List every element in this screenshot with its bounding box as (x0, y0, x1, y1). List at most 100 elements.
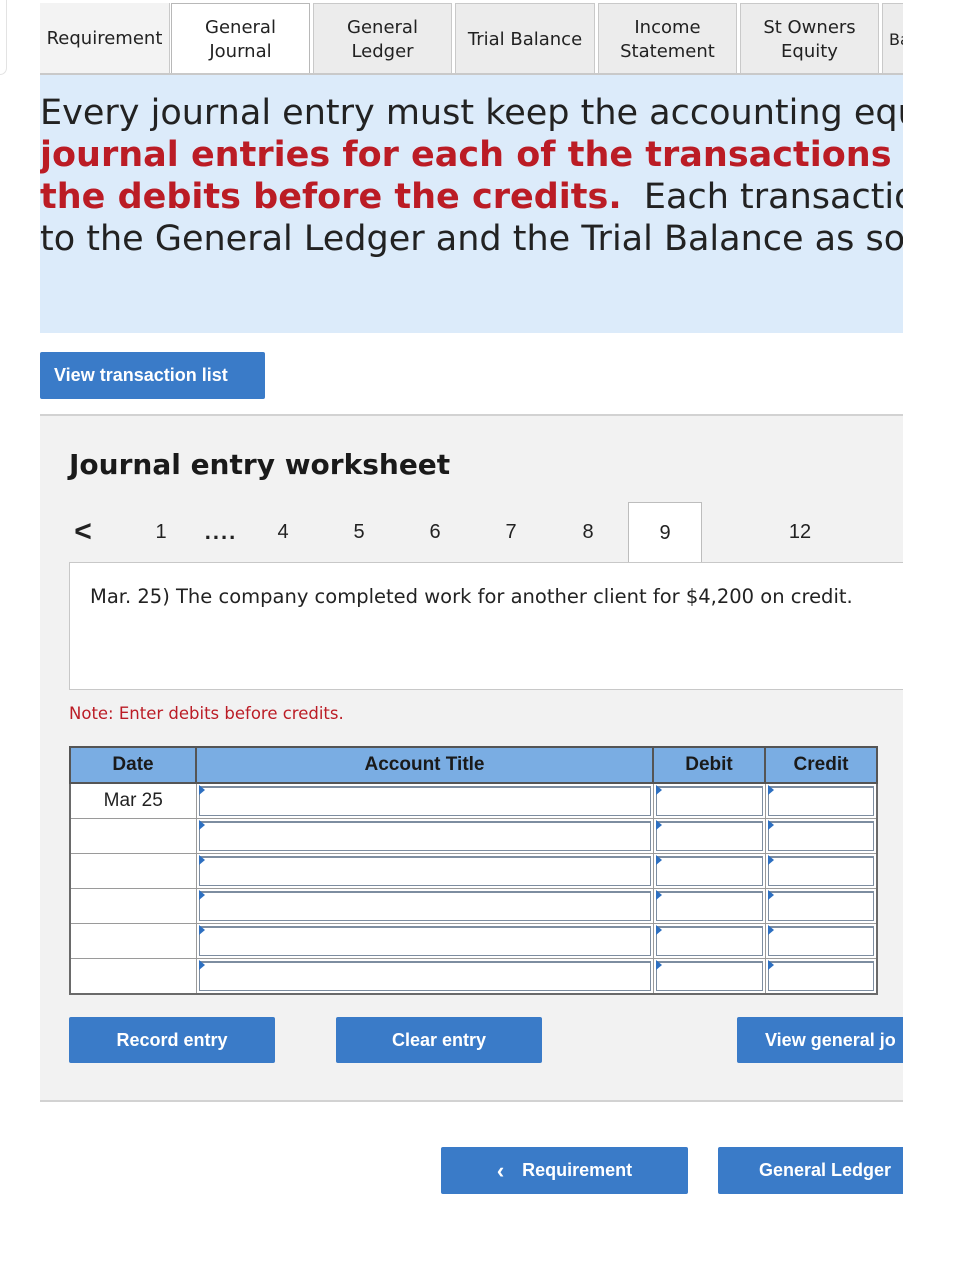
dropdown-flag-icon (198, 820, 205, 830)
dropdown-flag-icon (198, 785, 205, 795)
account-title-input[interactable] (198, 786, 651, 816)
account-title-input[interactable] (198, 961, 651, 991)
transaction-description: Mar. 25) The company completed work for … (90, 585, 853, 608)
header-debit: Debit (652, 746, 766, 784)
flag-icon (767, 820, 774, 830)
credit-input[interactable] (767, 961, 874, 991)
debit-input[interactable] (655, 856, 763, 886)
debit-cell (652, 923, 766, 959)
tab-st-owners-equity-label: St Owners Equity (763, 16, 856, 62)
row-date: Mar 25 (69, 782, 197, 819)
worksheet-title: Journal entry worksheet (69, 448, 451, 481)
flag-icon (655, 890, 662, 900)
header-date: Date (69, 746, 197, 784)
row-date (69, 958, 197, 995)
flag-icon (655, 960, 662, 970)
debit-cell (652, 818, 766, 854)
row-date (69, 888, 197, 924)
tab-requirement[interactable]: Requirement (40, 3, 170, 75)
credit-input[interactable] (767, 856, 874, 886)
flag-icon (655, 785, 662, 795)
pager-page-6[interactable]: 6 (422, 502, 448, 562)
header-account-title: Account Title (195, 746, 654, 784)
instruction-line-1: Every journal entry must keep the accoun… (40, 93, 903, 133)
account-title-cell (195, 853, 654, 889)
tab-st-owners-equity[interactable]: St Owners Equity (740, 3, 879, 75)
credit-input[interactable] (767, 821, 874, 851)
account-title-cell (195, 888, 654, 924)
debit-cell (652, 958, 766, 995)
debit-cell (652, 888, 766, 924)
credit-cell (764, 853, 878, 889)
credit-input[interactable] (767, 926, 874, 956)
record-entry-button[interactable]: Record entry (69, 1017, 275, 1063)
account-title-cell (195, 818, 654, 854)
account-title-input[interactable] (198, 821, 651, 851)
debit-input[interactable] (655, 786, 763, 816)
account-title-cell (195, 958, 654, 995)
journal-entry-table: Date Account Title Debit Credit Mar 25 (69, 746, 878, 995)
account-title-cell (195, 923, 654, 959)
dropdown-flag-icon (198, 925, 205, 935)
flag-icon (767, 960, 774, 970)
pager-page-9-active[interactable]: 9 (628, 502, 702, 564)
pager-ellipsis: .... (204, 519, 238, 544)
flag-icon (767, 890, 774, 900)
debit-cell (652, 782, 766, 819)
corner-mark (0, 0, 7, 75)
tab-income-statement-label: Income Statement (620, 16, 715, 62)
next-general-ledger-button[interactable]: General Ledger (718, 1147, 903, 1194)
debit-input[interactable] (655, 891, 763, 921)
account-title-input[interactable] (198, 926, 651, 956)
credit-input[interactable] (767, 786, 874, 816)
tab-income-statement[interactable]: Income Statement (598, 3, 737, 75)
flag-icon (655, 855, 662, 865)
entry-pager: < 1 .... 4 5 6 7 8 9 12 (40, 502, 903, 564)
credit-cell (764, 818, 878, 854)
tab-bar: Requirement General Journal General Ledger… (40, 3, 903, 75)
pager-page-12[interactable]: 12 (784, 502, 816, 562)
row-date (69, 853, 197, 889)
entry-note: Note: Enter debits before credits. (69, 704, 344, 723)
instruction-line-4: to the General Ledger and the Trial Bala… (40, 219, 903, 259)
view-general-journal-button[interactable]: View general jo (737, 1017, 903, 1063)
journal-entry-worksheet: Journal entry worksheet < 1 .... 4 5 6 7… (40, 416, 903, 1100)
pager-page-7[interactable]: 7 (498, 502, 524, 562)
credit-cell (764, 923, 878, 959)
instruction-line-2: journal entries for each of the transact… (40, 135, 903, 175)
tab-balance-sheet-label: Ba (889, 29, 903, 49)
pager-prev-chevron-icon[interactable]: < (70, 502, 96, 562)
dropdown-flag-icon (198, 960, 205, 970)
tab-balance-sheet[interactable]: Ba (882, 3, 903, 75)
pager-page-5[interactable]: 5 (346, 502, 372, 562)
table-row (69, 958, 878, 995)
pager-page-4[interactable]: 4 (270, 502, 296, 562)
tab-general-ledger[interactable]: General Ledger (313, 3, 452, 75)
debit-input[interactable] (655, 961, 763, 991)
tab-trial-balance[interactable]: Trial Balance (455, 3, 595, 75)
account-title-input[interactable] (198, 891, 651, 921)
account-title-input[interactable] (198, 856, 651, 886)
flag-icon (767, 785, 774, 795)
debit-input[interactable] (655, 821, 763, 851)
dropdown-flag-icon (198, 890, 205, 900)
journal-table-header: Date Account Title Debit Credit (69, 746, 878, 784)
prev-requirement-label: Requirement (522, 1160, 633, 1180)
clear-entry-button[interactable]: Clear entry (336, 1017, 542, 1063)
credit-cell (764, 958, 878, 995)
dropdown-flag-icon (198, 855, 205, 865)
section-divider-bottom (40, 1100, 903, 1102)
tab-general-journal[interactable]: General Journal (171, 3, 310, 75)
view-transaction-list-button[interactable]: View transaction list (40, 352, 265, 399)
debit-input[interactable] (655, 926, 763, 956)
row-date (69, 818, 197, 854)
instruction-text: Every journal entry must keep the accoun… (40, 92, 903, 260)
pager-page-8[interactable]: 8 (575, 502, 601, 562)
debit-cell (652, 853, 766, 889)
pager-page-1[interactable]: 1 (148, 502, 174, 562)
account-title-cell (195, 782, 654, 819)
flag-icon (767, 855, 774, 865)
credit-input[interactable] (767, 891, 874, 921)
prev-requirement-button[interactable]: ‹ Requirement (441, 1147, 688, 1194)
table-row (69, 818, 878, 854)
